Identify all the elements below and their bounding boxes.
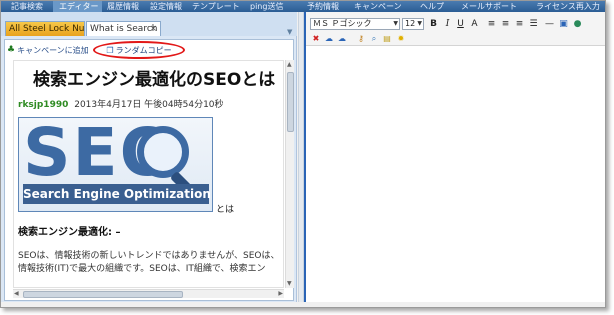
underline-button[interactable]: U [455,18,466,30]
vertical-scrollbar[interactable]: ▲ ▼ [285,60,294,288]
article-body-line: 情報技術(IT)で最大の組織です。SEOは、IT組織で、検索エン [18,264,266,274]
article-panel: ♣ キャンペーンに追加 ❐ ランダムコピー 検索エンジン最適化のSEOとは rk… [4,39,294,301]
article-content: 検索エンジン最適化のSEOとは rksjp1990 2013年4月17日 午後0… [13,60,284,288]
cloud-icon[interactable]: ☁ [324,34,334,44]
font-size-value: 12 [405,19,416,28]
editor-textarea[interactable] [306,47,605,302]
pin-icon[interactable]: ▼ [287,28,292,36]
seo-image-caption: Search Engine Optimization [23,184,211,204]
tab-all-steel-lock-nut[interactable]: All Steel Lock Nut [5,21,85,36]
menu-item-editor[interactable]: エディター [53,1,103,12]
folder-icon[interactable]: ▤ [382,34,392,44]
horizontal-rule-icon[interactable]: — [544,18,555,30]
add-to-campaign-button[interactable]: ♣ キャンペーンに追加 [7,45,89,56]
align-right-icon[interactable]: ≡ [514,18,525,30]
menu-item-schedule[interactable]: 予約情報 [304,1,342,12]
menu-item-help[interactable]: ヘルプ [417,1,447,12]
scroll-down-icon[interactable]: ▼ [287,280,292,287]
font-color-button[interactable]: A [469,18,480,30]
image-icon[interactable]: ▣ [558,18,569,30]
menu-item-article-search[interactable]: 記事検索 [1,1,47,12]
cloud-icon[interactable]: ☁ [337,34,347,44]
italic-button[interactable]: I [442,18,453,30]
menu-item-mail-support[interactable]: メールサポート [458,1,520,12]
app-window: 記事検索 エディター 履歴情報 設定情報 テンプレート ping送信 予約情報 … [0,0,606,308]
font-family-value: ＭＳ Ｐゴシック [313,19,372,28]
people-icon: ♣ [7,45,16,55]
tab-what-is-search-engine[interactable]: What is Search E × [86,21,161,36]
align-center-icon[interactable]: ≡ [500,18,511,30]
chevron-down-icon: ▼ [393,20,398,27]
left-pane: All Steel Lock Nut What is Search E × ▼ … [1,12,297,302]
scroll-left-icon[interactable]: ◀ [14,290,19,297]
scroll-thumb[interactable] [23,291,183,298]
after-image-text: とは [216,205,235,215]
random-copy-label: ランダムコピー [115,45,172,55]
key-icon[interactable]: ⚷ [356,34,366,44]
scroll-right-icon[interactable]: ▶ [278,290,283,297]
close-icon[interactable]: × [149,22,157,36]
font-size-select[interactable]: 12 ▼ [402,18,424,30]
article-title: 検索エンジン最適化のSEOとは [33,70,276,90]
seo-image: SEO Search Engine Optimization [18,117,213,212]
menu-item-settings[interactable]: 設定情報 [147,1,185,12]
menubar: 記事検索 エディター 履歴情報 設定情報 テンプレート ping送信 予約情報 … [1,1,605,12]
lightbulb-icon[interactable]: ✹ [396,34,406,44]
font-family-select[interactable]: ＭＳ Ｐゴシック ▼ [310,18,400,30]
tab-label: All Steel Lock Nut [9,24,85,34]
menu-item-license[interactable]: ライセンス再入力 [533,1,603,12]
article-body-line: SEOは、情報技術の新しいトレンドではありませんが、SEOは、 [18,251,280,261]
scroll-up-icon[interactable]: ▲ [287,61,292,68]
article-meta: rksjp1990 2013年4月17日 午後04時54分10秒 [18,97,224,110]
add-to-campaign-label: キャンペーンに追加 [17,45,89,55]
author-link[interactable]: rksjp1990 [18,100,68,110]
justify-icon[interactable]: ☰ [528,18,539,30]
editor-toolbar: ＭＳ Ｐゴシック ▼ 12 ▼ B I U A ≡ ≡ ≡ ☰ — ▣ ● ✖ … [306,12,605,46]
copy-icon: ❐ [106,45,114,55]
editor-pane: ＭＳ Ｐゴシック ▼ 12 ▼ B I U A ≡ ≡ ≡ ☰ — ▣ ● ✖ … [304,12,605,302]
menu-item-ping[interactable]: ping送信 [247,1,286,12]
link-icon[interactable]: ● [572,18,583,30]
align-left-icon[interactable]: ≡ [486,18,497,30]
delete-icon[interactable]: ✖ [311,34,321,44]
magnifier-icon [137,126,189,178]
random-copy-button[interactable]: ❐ ランダムコピー [93,41,185,59]
bold-button[interactable]: B [428,18,439,30]
menu-item-history[interactable]: 履歴情報 [104,1,142,12]
menu-item-template[interactable]: テンプレート [189,1,243,12]
scroll-thumb[interactable] [287,72,294,132]
chevron-down-icon: ▼ [417,20,422,27]
menu-item-campaign[interactable]: キャンペーン [351,1,405,12]
post-date: 2013年4月17日 午後04時54分10秒 [74,100,224,110]
search-icon[interactable]: ⌕ [369,34,379,44]
article-subheading: 検索エンジン最適化: – [18,227,121,238]
tab-bar: All Steel Lock Nut What is Search E × ▼ [1,12,297,36]
article-toolbar: ♣ キャンペーンに追加 [7,43,89,57]
horizontal-scrollbar[interactable]: ◀ ▶ [13,289,284,298]
